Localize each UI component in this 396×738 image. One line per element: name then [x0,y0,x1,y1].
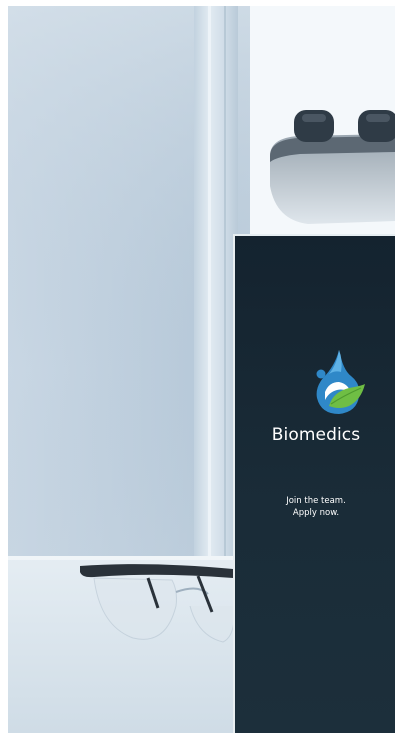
tagline-line-1: Join the team. [286,496,346,506]
tagline: Join the team. Apply now. [235,495,396,519]
ad-banner: Biomedics Join the team. Apply now. [0,0,396,738]
brand-name: Biomedics [271,425,361,445]
droplet-leaf-logo-icon [316,350,365,414]
tagline-line-2: Apply now. [292,508,340,518]
brand-panel: Biomedics Join the team. Apply now. [233,234,395,733]
